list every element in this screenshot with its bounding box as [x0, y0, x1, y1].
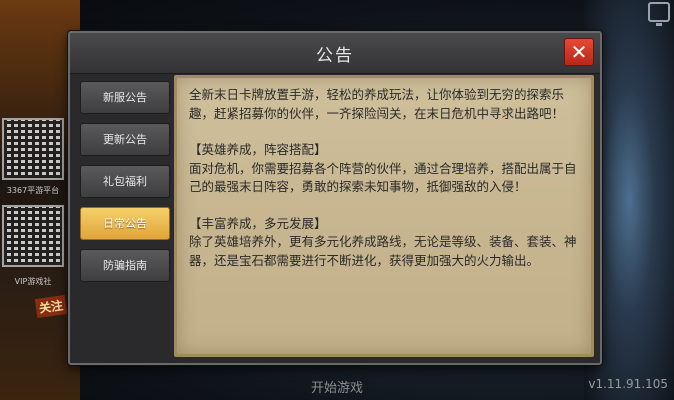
tab-update[interactable]: 更新公告 — [80, 123, 170, 156]
tab-anti-fraud[interactable]: 防骗指南 — [80, 249, 170, 282]
content-paragraph: 面对危机，你需要招募各个阵营的伙伴，通过合理培养，搭配出属于自己的最强末日阵容，… — [189, 160, 577, 195]
close-button[interactable]: ✕ — [564, 38, 594, 66]
tab-gift-pack[interactable]: 礼包福利 — [80, 165, 170, 198]
qr-code — [2, 205, 64, 267]
dialog-title: 公告 — [316, 46, 354, 66]
start-game-button[interactable]: 开始游戏 — [0, 377, 674, 396]
content-heading: 【英雄养成，阵容搭配】 — [189, 142, 327, 157]
version-label: v1.11.91.105 — [588, 377, 668, 391]
announcement-content: 全新末日卡牌放置手游，轻松的养成玩法，让你体验到无穷的探索乐趣，赶紧招募你的伙伴… — [174, 75, 594, 357]
tab-list: 新服公告 更新公告 礼包福利 日常公告 防骗指南 — [80, 81, 170, 291]
content-paragraph: 除了英雄培养外，更有多元化养成路线，无论是等级、装备、套装、神器，还是宝石都需要… — [189, 234, 577, 268]
announcement-dialog: 公告 ✕ 新服公告 更新公告 礼包福利 日常公告 防骗指南 全新末日卡牌放置手游… — [68, 31, 602, 365]
tab-new-server[interactable]: 新服公告 — [80, 81, 170, 114]
qr-code — [2, 118, 64, 180]
dialog-header: 公告 ✕ — [70, 33, 600, 74]
monitor-icon[interactable] — [648, 2, 670, 26]
close-icon: ✕ — [570, 40, 588, 64]
tab-daily[interactable]: 日常公告 — [80, 207, 170, 240]
qr-caption: 3367平游平台 — [6, 186, 60, 195]
qr-caption: VIP游戏社 — [14, 277, 52, 286]
content-heading: 【丰富养成，多元发展】 — [189, 215, 327, 231]
content-paragraph: 全新末日卡牌放置手游，轻松的养成玩法，让你体验到无穷的探索乐趣，赶紧招募你的伙伴… — [189, 87, 565, 121]
